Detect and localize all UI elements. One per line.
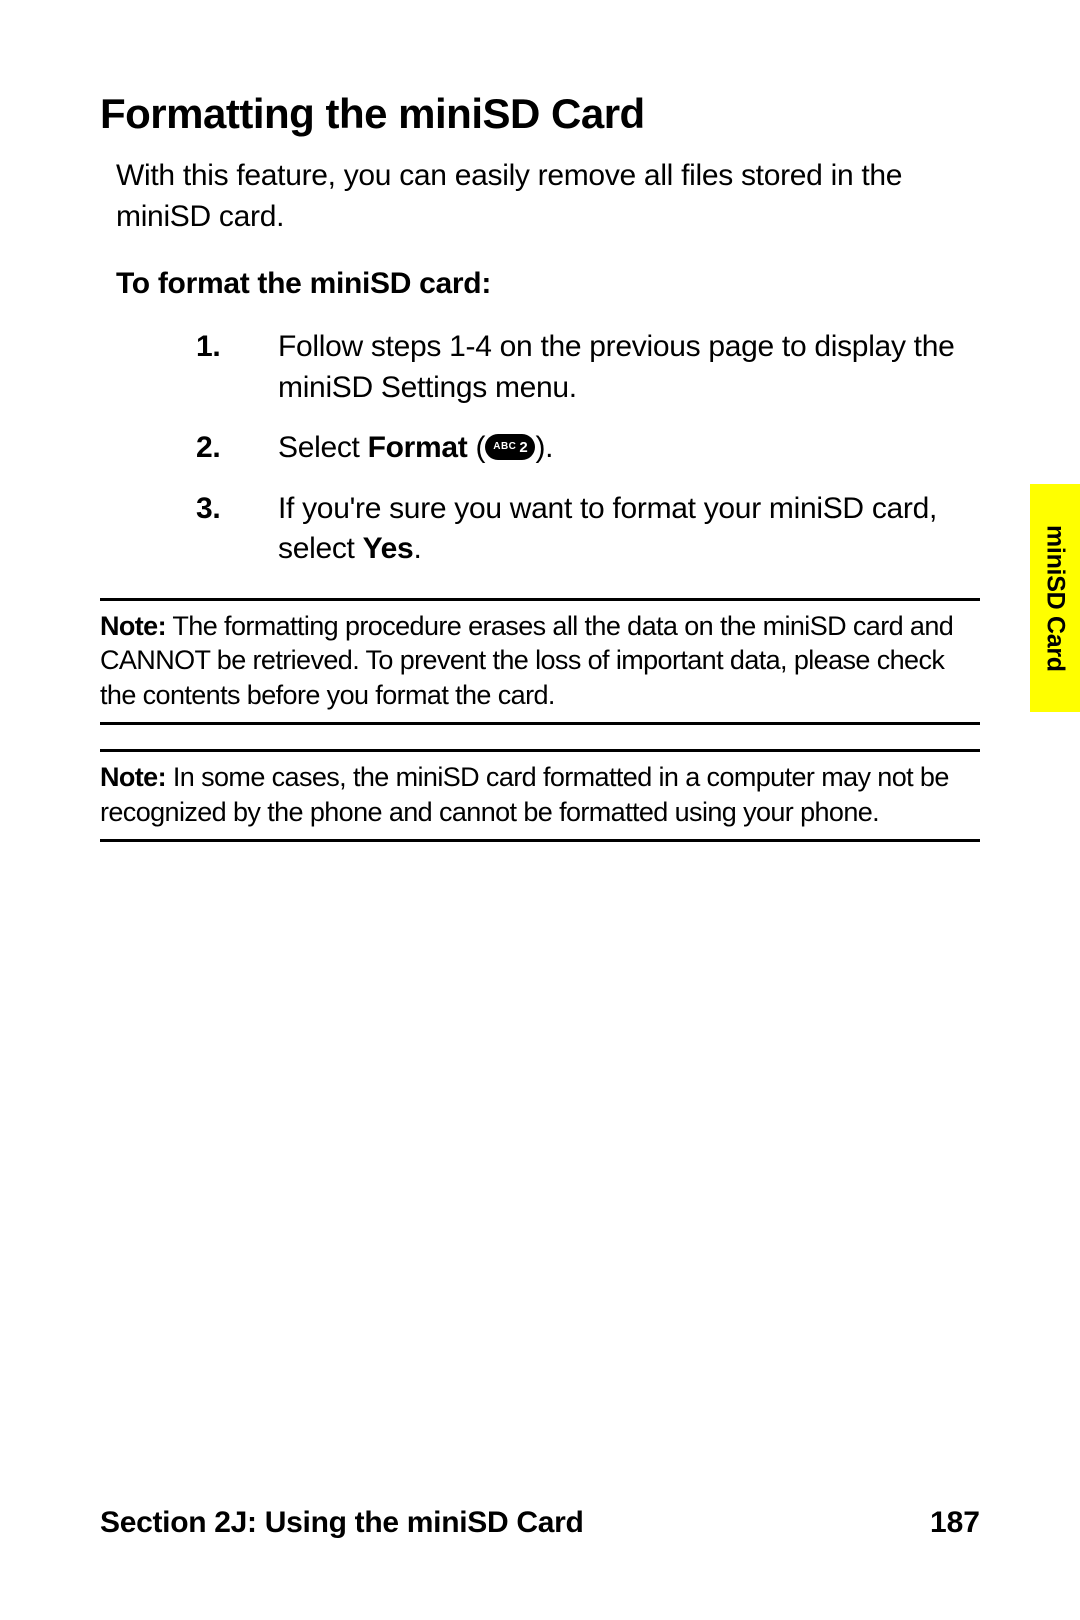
note-text: The formatting procedure erases all the … xyxy=(100,611,953,710)
note-block-1: Note: The formatting procedure erases al… xyxy=(100,598,980,726)
step-text-prefix: Select xyxy=(278,431,368,464)
key-abc2-icon: ABC2 xyxy=(485,434,535,460)
step-2: Select Format (ABC2). xyxy=(196,428,980,469)
page-footer: Section 2J: Using the miniSD Card 187 xyxy=(100,1506,980,1540)
note-label: Note: xyxy=(100,611,166,641)
intro-paragraph: With this feature, you can easily remove… xyxy=(116,156,980,237)
footer-section: Section 2J: Using the miniSD Card xyxy=(100,1506,584,1540)
step-text-suffix: . xyxy=(413,532,421,565)
steps-list: Follow steps 1-4 on the previous page to… xyxy=(100,327,980,570)
key-abc-label: ABC xyxy=(493,442,516,452)
side-tab-label: miniSD Card xyxy=(1041,525,1070,672)
document-page: Formatting the miniSD Card With this fea… xyxy=(0,0,1080,1620)
step-text: Follow steps 1-4 on the previous page to… xyxy=(278,330,954,404)
step-bold-format: Format xyxy=(368,431,468,464)
note-block-2: Note: In some cases, the miniSD card for… xyxy=(100,749,980,842)
note-text: In some cases, the miniSD card formatted… xyxy=(100,762,949,827)
step-close-paren: ). xyxy=(535,431,553,464)
page-title: Formatting the miniSD Card xyxy=(100,90,980,138)
note-label: Note: xyxy=(100,762,166,792)
step-open-paren: ( xyxy=(468,431,486,464)
footer-page-number: 187 xyxy=(930,1506,980,1540)
step-3: If you're sure you want to format your m… xyxy=(196,489,980,570)
step-1: Follow steps 1-4 on the previous page to… xyxy=(196,327,980,408)
procedure-subhead: To format the miniSD card: xyxy=(116,267,980,301)
step-bold-yes: Yes xyxy=(363,532,414,565)
side-tab: miniSD Card xyxy=(1030,484,1080,712)
key-num-label: 2 xyxy=(519,440,527,455)
